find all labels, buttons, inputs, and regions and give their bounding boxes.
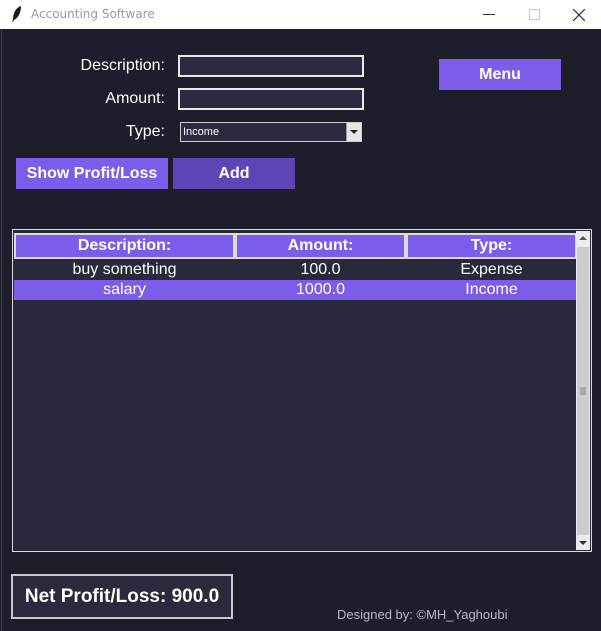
grip-icon [580,387,586,395]
minimize-icon [483,14,495,15]
amount-input[interactable] [178,88,364,110]
net-profit-loss-display: Net Profit/Loss: 900.0 [11,574,233,619]
maximize-button[interactable] [512,0,558,29]
close-button[interactable] [556,0,601,29]
scroll-up-icon[interactable] [576,231,590,245]
column-header-type[interactable]: Type: [406,233,577,259]
type-label: Type: [125,123,165,140]
type-select[interactable]: Income [180,122,362,142]
show-profit-loss-button[interactable]: Show Profit/Loss [16,158,168,189]
title-bar: Accounting Software [0,0,601,29]
minimize-button[interactable] [466,0,512,29]
table-row[interactable]: buy something 100.0 Expense [14,260,577,280]
add-button[interactable]: Add [173,158,295,189]
description-input[interactable] [178,55,364,77]
window-title: Accounting Software [31,7,155,21]
type-select-arrow[interactable] [346,123,361,141]
column-header-description[interactable]: Description: [14,233,235,259]
cell-amount: 1000.0 [296,281,345,298]
designer-credit: Designed by: ©MH_Yaghoubi [337,607,508,622]
column-header-amount[interactable]: Amount: [235,233,406,259]
scrollbar-thumb[interactable] [577,247,589,535]
amount-label: Amount: [105,90,165,107]
chevron-down-icon [350,130,358,134]
type-select-value: Income [183,126,220,138]
cell-type: Expense [460,261,523,278]
cell-description: salary [103,281,146,298]
menu-button[interactable]: Menu [439,59,561,90]
vertical-scrollbar[interactable] [576,231,590,550]
cell-type: Income [465,281,518,298]
description-label: Description: [80,57,165,74]
cell-amount: 100.0 [300,261,341,278]
maximize-icon [529,9,540,20]
table-row-selected[interactable]: salary 1000.0 Income [14,280,577,300]
scroll-down-icon[interactable] [576,536,590,550]
transactions-table[interactable]: Description: Amount: Type: buy something… [12,229,592,552]
close-icon [573,9,585,21]
cell-description: buy something [72,261,177,278]
feather-icon [12,6,21,22]
